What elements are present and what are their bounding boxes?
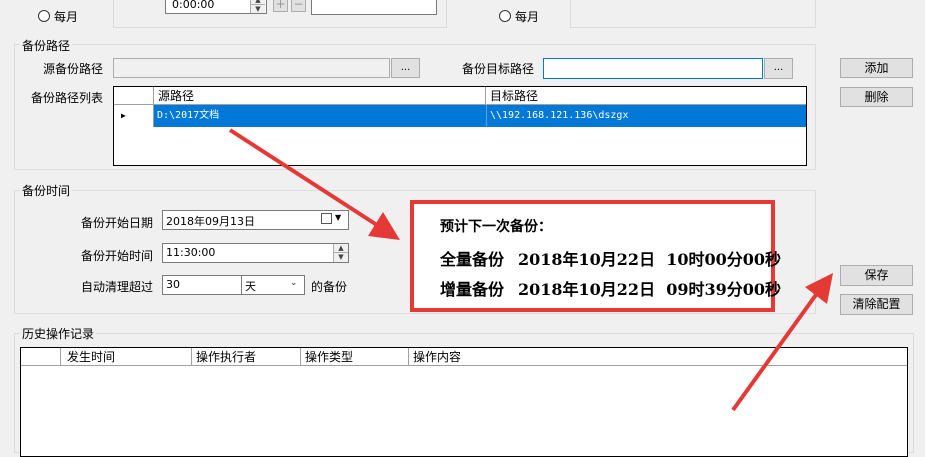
annotation-arrows (228, 128, 833, 412)
arrow-to-save (731, 273, 833, 412)
arrow-to-callout (228, 128, 400, 240)
